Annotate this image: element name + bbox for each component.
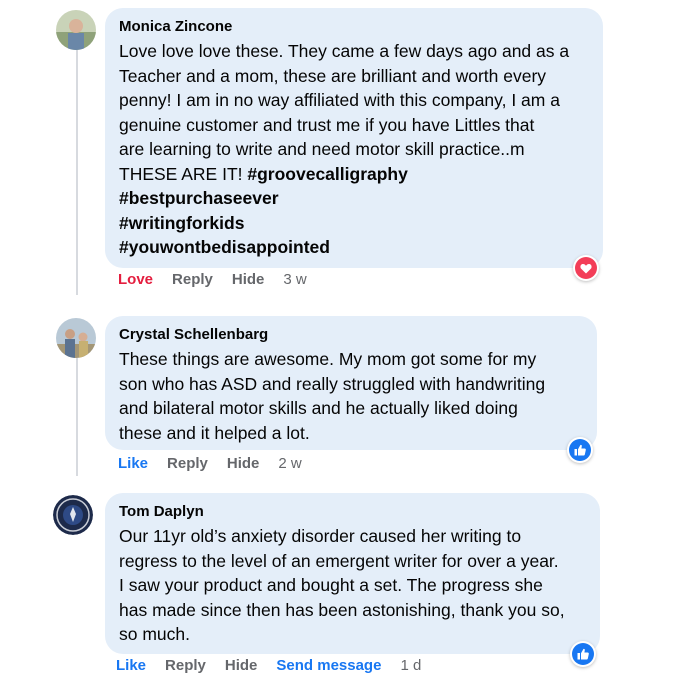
comment-line: Our 11yr old’s anxiety disorder caused h… [119,526,522,546]
hide-button[interactable]: Hide [232,271,265,288]
avatar[interactable] [53,495,93,535]
timestamp[interactable]: 3 w [283,271,306,288]
thumbs-up-reaction-icon[interactable] [567,437,593,463]
reply-button[interactable]: Reply [167,455,208,472]
comment-author[interactable]: Monica Zincone [119,18,587,36]
comment-line: regress to the level of an emergent writ… [119,550,559,571]
like-button[interactable]: Like [118,455,148,472]
reply-button[interactable]: Reply [165,657,206,674]
comment-author[interactable]: Tom Daplyn [119,503,584,521]
avatar[interactable] [56,318,96,358]
hashtag-link[interactable]: #writingforkids [119,211,587,236]
comment-bubble: Monica Zincone Love love love these. The… [105,8,603,268]
comment-line: These things are awesome. My mom got som… [119,349,537,369]
comment-line: Love love love these. They came a few da… [119,41,570,61]
comment-actions: Like Reply Hide 2 w [118,455,302,472]
comment-line: has made since then has been astonishing… [119,599,565,620]
comment-line: Teacher and a mom, these are brilliant a… [119,65,547,86]
comment-line: these and it helped a lot. [119,422,310,443]
love-button[interactable]: Love [118,271,153,288]
comment-line-text: THESE ARE IT! [119,163,248,184]
hashtag-link[interactable]: #bestpurchaseever [119,186,587,211]
comment-bubble: Crystal Schellenbarg These things are aw… [105,316,597,450]
timestamp[interactable]: 1 d [400,657,421,674]
comment-actions: Like Reply Hide Send message 1 d [116,657,421,674]
comment-line: son who has ASD and really struggled wit… [119,373,546,394]
comment-text: Love love love these. They came a few da… [119,39,587,260]
comment-line: I saw your product and bought a set. The… [119,575,543,595]
thread-line [76,50,78,295]
comment-bubble: Tom Daplyn Our 11yr old’s anxiety disord… [105,493,600,654]
comment-line: genuine customer and trust me if you hav… [119,114,535,135]
comment-line: THESE ARE IT! #groovecalligraphy [119,162,587,187]
timestamp[interactable]: 2 w [278,455,301,472]
comment-line: and bilateral motor skills and he actual… [119,398,518,418]
hide-button[interactable]: Hide [225,657,258,674]
hashtag-link[interactable]: #groovecalligraphy [247,164,407,184]
like-button[interactable]: Like [116,657,146,674]
comment-text: These things are awesome. My mom got som… [119,347,581,445]
hashtag-link[interactable]: #youwontbedisappointed [119,235,587,260]
heart-reaction-icon[interactable] [573,255,599,281]
comment-line: are learning to write and need motor ski… [119,139,525,159]
send-message-button[interactable]: Send message [276,657,381,674]
thumbs-up-reaction-icon[interactable] [570,641,596,667]
avatar[interactable] [56,10,96,50]
comment-line: penny! I am in no way affiliated with th… [119,90,560,110]
comment-text: Our 11yr old’s anxiety disorder caused h… [119,524,584,647]
hide-button[interactable]: Hide [227,455,260,472]
comment-author[interactable]: Crystal Schellenbarg [119,326,581,344]
reply-button[interactable]: Reply [172,271,213,288]
comment-actions: Love Reply Hide 3 w [118,271,307,288]
thread-line [76,358,78,476]
comment-line: so much. [119,624,190,644]
